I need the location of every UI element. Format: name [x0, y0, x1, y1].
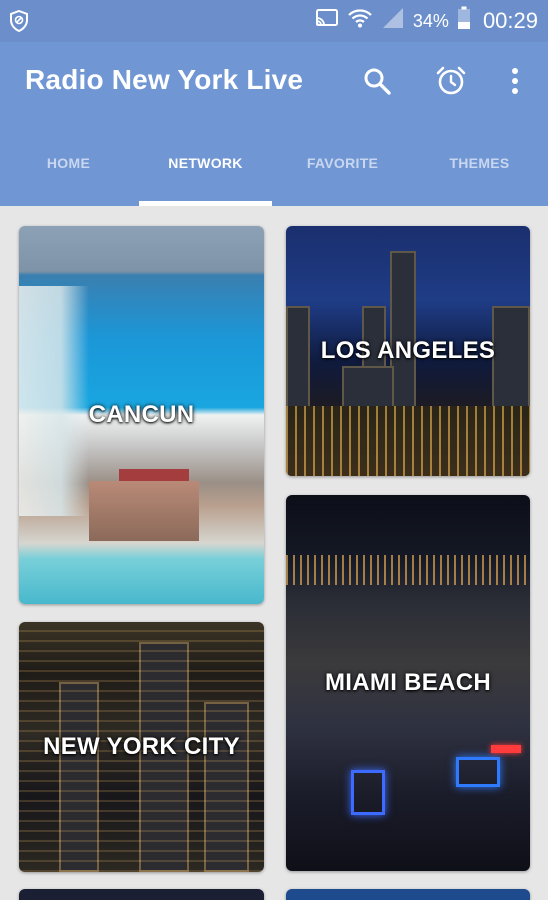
- search-icon: [363, 67, 391, 100]
- battery-percent: 34%: [412, 10, 449, 31]
- tab-favorite[interactable]: FAVORITE: [274, 124, 411, 206]
- tab-network[interactable]: NETWORK: [137, 124, 274, 206]
- card-image: [286, 555, 530, 585]
- tab-label: THEMES: [449, 155, 510, 171]
- card-image-detail: [89, 481, 199, 541]
- card-miami-beach[interactable]: MIAMI BEACH: [286, 495, 530, 871]
- battery-icon: [457, 6, 471, 36]
- more-vert-icon: [511, 67, 519, 100]
- card-label: LOS ANGELES: [320, 337, 496, 364]
- card-label: CANCUN: [88, 401, 195, 428]
- card-label: NEW YORK CITY: [43, 733, 240, 760]
- more-options-button[interactable]: [494, 62, 536, 104]
- shield-icon: [9, 9, 29, 37]
- signal-icon: [381, 7, 405, 35]
- alarm-icon: [435, 65, 467, 102]
- card-label: MIAMI BEACH: [325, 669, 491, 696]
- tab-home[interactable]: HOME: [0, 124, 137, 206]
- tab-bar: HOME NETWORK FAVORITE THEMES: [0, 124, 548, 206]
- alarm-button[interactable]: [430, 62, 472, 104]
- tab-themes[interactable]: THEMES: [411, 124, 548, 206]
- cast-icon: [315, 8, 339, 34]
- tab-label: NETWORK: [168, 155, 243, 171]
- wifi-icon: [347, 7, 373, 35]
- app-bar: Radio New York Live: [0, 42, 548, 124]
- card-image-detail: [456, 757, 500, 787]
- card-image: [286, 406, 530, 476]
- card-cancun[interactable]: CANCUN: [19, 226, 264, 604]
- app-title: Radio New York Live: [25, 64, 304, 95]
- status-time: 00:29: [482, 8, 538, 33]
- card-new-york-city[interactable]: NEW YORK CITY: [19, 622, 264, 872]
- card-image-detail: [351, 770, 385, 815]
- card-partial[interactable]: [19, 889, 264, 900]
- search-button[interactable]: [356, 62, 398, 104]
- card-los-angeles[interactable]: LOS ANGELES: [286, 226, 530, 476]
- tab-label: HOME: [46, 155, 91, 171]
- card-partial[interactable]: [286, 889, 530, 900]
- tab-label: FAVORITE: [306, 155, 379, 171]
- status-bar: 34% 00:29: [0, 0, 548, 42]
- card-image-detail: [491, 745, 521, 753]
